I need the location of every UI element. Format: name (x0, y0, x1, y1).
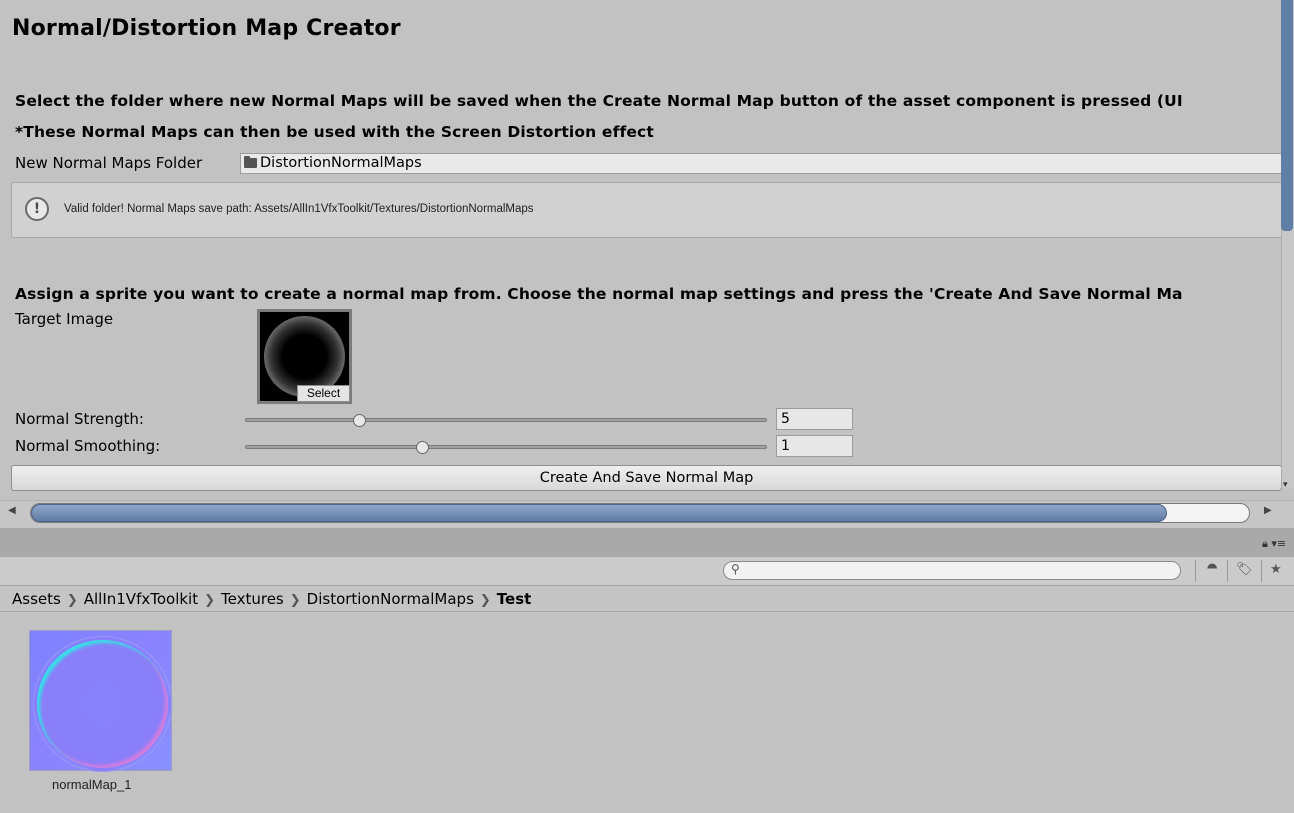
strength-slider-handle[interactable] (353, 414, 367, 427)
assign-instruction: Assign a sprite you want to create a nor… (15, 285, 1183, 303)
chevron-right-icon: ❯ (479, 593, 491, 608)
breadcrumb-item[interactable]: Assets (12, 590, 61, 608)
breadcrumb-item[interactable]: Textures (221, 590, 284, 608)
normal-map-preview (34, 637, 171, 771)
breadcrumb-current[interactable]: Test (497, 590, 532, 608)
label-icon[interactable]: 🏷︎ (1236, 562, 1253, 577)
info-icon: ! (25, 197, 49, 221)
folder-label: New Normal Maps Folder (15, 154, 203, 172)
create-normal-map-button[interactable]: Create And Save Normal Map (11, 465, 1282, 491)
chevron-right-icon: ❯ (204, 593, 216, 608)
panel-title: Normal/Distortion Map Creator (12, 16, 401, 41)
smoothing-input[interactable]: 1 (776, 435, 853, 457)
select-button[interactable]: Select (297, 385, 350, 402)
asset-name[interactable]: normalMap_1 (52, 777, 132, 792)
search-input[interactable] (723, 561, 1181, 580)
strength-input[interactable]: 5 (776, 408, 853, 430)
inspector-panel: Normal/Distortion Map Creator Select the… (0, 0, 1294, 500)
scroll-right-arrow-icon[interactable]: ▶ (1264, 505, 1272, 516)
lock-icon[interactable]: 🔒︎ ▾≡ (1262, 537, 1286, 551)
filter-type-icon[interactable]: ⯊ (1207, 562, 1217, 577)
asset-thumbnail[interactable] (29, 630, 172, 771)
smoothing-slider-handle[interactable] (415, 441, 429, 454)
folder-value: DistortionNormalMaps (260, 155, 422, 171)
help-box: ! Valid folder! Normal Maps save path: A… (11, 182, 1291, 238)
scroll-left-arrow-icon[interactable]: ◀ (8, 505, 16, 516)
horizontal-scrollbar-thumb[interactable] (31, 504, 1167, 522)
chevron-right-icon: ❯ (289, 593, 301, 608)
distortion-note: *These Normal Maps can then be used with… (15, 123, 654, 141)
breadcrumb-item[interactable]: DistortionNormalMaps (307, 590, 474, 608)
search-icon: ⚲ (731, 562, 740, 576)
folder-object-field[interactable]: DistortionNormalMaps (240, 153, 1285, 174)
panel-splitter[interactable] (0, 528, 1294, 557)
folder-icon (244, 156, 257, 168)
target-image-field[interactable]: Select (257, 309, 352, 404)
chevron-right-icon: ❯ (66, 593, 78, 608)
strength-slider[interactable] (245, 418, 767, 422)
star-icon[interactable]: ★ (1270, 562, 1282, 577)
toolbar-divider (1261, 560, 1262, 582)
help-message: Valid folder! Normal Maps save path: Ass… (64, 203, 534, 215)
toolbar-divider (1227, 560, 1228, 582)
smoothing-slider[interactable] (245, 445, 767, 449)
target-image-label: Target Image (15, 310, 114, 328)
breadcrumb-trail: Assets ❯ AllIn1VfxToolkit ❯ Textures ❯ Distort… (12, 590, 531, 608)
strength-label: Normal Strength: (15, 410, 144, 428)
toolbar-divider (1195, 560, 1196, 582)
folder-instruction: Select the folder where new Normal Maps … (15, 92, 1183, 110)
scroll-down-arrow-icon[interactable]: ▾ (1283, 480, 1288, 490)
breadcrumb-item[interactable]: AllIn1VfxToolkit (84, 590, 198, 608)
vertical-scrollbar-thumb[interactable] (1281, 0, 1293, 231)
smoothing-label: Normal Smoothing: (15, 437, 161, 455)
